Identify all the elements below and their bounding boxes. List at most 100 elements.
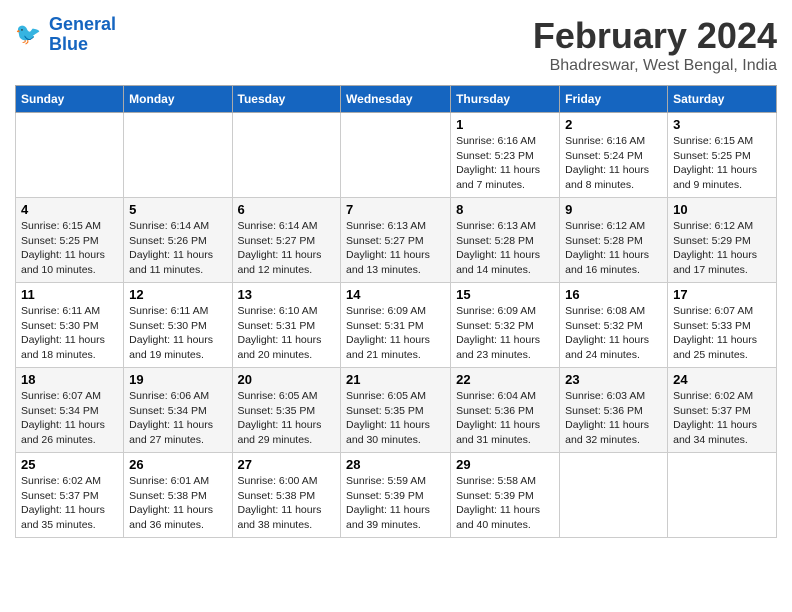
day-number: 24 (673, 372, 771, 387)
day-info: Sunrise: 6:04 AM Sunset: 5:36 PM Dayligh… (456, 389, 554, 448)
calendar-cell: 20 Sunrise: 6:05 AM Sunset: 5:35 PM Dayli… (232, 368, 341, 453)
day-info: Sunrise: 6:02 AM Sunset: 5:37 PM Dayligh… (673, 389, 771, 448)
day-info: Sunrise: 6:14 AM Sunset: 5:26 PM Dayligh… (129, 219, 226, 278)
day-info: Sunrise: 6:02 AM Sunset: 5:37 PM Dayligh… (21, 474, 118, 533)
calendar-cell (560, 453, 668, 538)
calendar-cell: 2 Sunrise: 6:16 AM Sunset: 5:24 PM Daylig… (560, 113, 668, 198)
day-info: Sunrise: 6:12 AM Sunset: 5:29 PM Dayligh… (673, 219, 771, 278)
calendar-cell: 19 Sunrise: 6:06 AM Sunset: 5:34 PM Dayli… (124, 368, 232, 453)
logo-general: General (49, 14, 116, 34)
day-number: 12 (129, 287, 226, 302)
calendar-cell: 9 Sunrise: 6:12 AM Sunset: 5:28 PM Daylig… (560, 198, 668, 283)
day-info: Sunrise: 6:16 AM Sunset: 5:24 PM Dayligh… (565, 134, 662, 193)
logo-text: General Blue (49, 15, 116, 55)
day-number: 13 (238, 287, 336, 302)
weekday-header-thursday: Thursday (451, 86, 560, 113)
day-number: 27 (238, 457, 336, 472)
calendar-week-4: 18 Sunrise: 6:07 AM Sunset: 5:34 PM Dayli… (16, 368, 777, 453)
day-number: 28 (346, 457, 445, 472)
weekday-header-friday: Friday (560, 86, 668, 113)
calendar-cell: 7Sunrise: 6:13 AM Sunset: 5:27 PM Daylig… (341, 198, 451, 283)
calendar-cell: 1Sunrise: 6:16 AM Sunset: 5:23 PM Daylig… (451, 113, 560, 198)
day-number: 16 (565, 287, 662, 302)
day-info: Sunrise: 6:01 AM Sunset: 5:38 PM Dayligh… (129, 474, 226, 533)
day-info: Sunrise: 6:12 AM Sunset: 5:28 PM Dayligh… (565, 219, 662, 278)
day-info: Sunrise: 6:10 AM Sunset: 5:31 PM Dayligh… (238, 304, 336, 363)
weekday-header-tuesday: Tuesday (232, 86, 341, 113)
day-number: 1 (456, 117, 554, 132)
calendar-cell: 23Sunrise: 6:03 AM Sunset: 5:36 PM Dayli… (560, 368, 668, 453)
day-number: 11 (21, 287, 118, 302)
logo: 🐦 General Blue (15, 15, 116, 55)
calendar-cell: 10 Sunrise: 6:12 AM Sunset: 5:29 PM Dayli… (668, 198, 777, 283)
calendar-cell (16, 113, 124, 198)
calendar-body: 1Sunrise: 6:16 AM Sunset: 5:23 PM Daylig… (16, 113, 777, 538)
calendar-cell: 5 Sunrise: 6:14 AM Sunset: 5:26 PM Daylig… (124, 198, 232, 283)
calendar-cell: 12 Sunrise: 6:11 AM Sunset: 5:30 PM Dayli… (124, 283, 232, 368)
day-number: 2 (565, 117, 662, 132)
day-info: Sunrise: 6:00 AM Sunset: 5:38 PM Dayligh… (238, 474, 336, 533)
calendar-cell: 27 Sunrise: 6:00 AM Sunset: 5:38 PM Dayli… (232, 453, 341, 538)
calendar-cell (341, 113, 451, 198)
calendar-cell: 11Sunrise: 6:11 AM Sunset: 5:30 PM Dayli… (16, 283, 124, 368)
calendar-cell: 4 Sunrise: 6:15 AM Sunset: 5:25 PM Daylig… (16, 198, 124, 283)
logo-blue: Blue (49, 35, 116, 55)
day-info: Sunrise: 6:06 AM Sunset: 5:34 PM Dayligh… (129, 389, 226, 448)
calendar-week-2: 4 Sunrise: 6:15 AM Sunset: 5:25 PM Daylig… (16, 198, 777, 283)
day-number: 7 (346, 202, 445, 217)
day-info: Sunrise: 6:15 AM Sunset: 5:25 PM Dayligh… (673, 134, 771, 193)
day-number: 29 (456, 457, 554, 472)
day-info: Sunrise: 6:07 AM Sunset: 5:34 PM Dayligh… (21, 389, 118, 448)
day-info: Sunrise: 6:09 AM Sunset: 5:32 PM Dayligh… (456, 304, 554, 363)
day-number: 23 (565, 372, 662, 387)
calendar-cell: 15 Sunrise: 6:09 AM Sunset: 5:32 PM Dayli… (451, 283, 560, 368)
day-number: 4 (21, 202, 118, 217)
day-number: 25 (21, 457, 118, 472)
day-info: Sunrise: 6:11 AM Sunset: 5:30 PM Dayligh… (129, 304, 226, 363)
weekday-header-saturday: Saturday (668, 86, 777, 113)
day-number: 21 (346, 372, 445, 387)
day-number: 19 (129, 372, 226, 387)
day-info: Sunrise: 6:07 AM Sunset: 5:33 PM Dayligh… (673, 304, 771, 363)
weekday-header-wednesday: Wednesday (341, 86, 451, 113)
day-number: 20 (238, 372, 336, 387)
calendar-cell: 28 Sunrise: 5:59 AM Sunset: 5:39 PM Dayli… (341, 453, 451, 538)
day-number: 5 (129, 202, 226, 217)
calendar-cell (668, 453, 777, 538)
calendar-cell: 14Sunrise: 6:09 AM Sunset: 5:31 PM Dayli… (341, 283, 451, 368)
day-info: Sunrise: 6:05 AM Sunset: 5:35 PM Dayligh… (238, 389, 336, 448)
day-number: 6 (238, 202, 336, 217)
weekday-header-sunday: Sunday (16, 86, 124, 113)
day-number: 3 (673, 117, 771, 132)
calendar-cell: 24 Sunrise: 6:02 AM Sunset: 5:37 PM Dayli… (668, 368, 777, 453)
day-info: Sunrise: 6:15 AM Sunset: 5:25 PM Dayligh… (21, 219, 118, 278)
calendar-cell: 29Sunrise: 5:58 AM Sunset: 5:39 PM Dayli… (451, 453, 560, 538)
calendar-cell: 25 Sunrise: 6:02 AM Sunset: 5:37 PM Dayli… (16, 453, 124, 538)
calendar-cell: 22Sunrise: 6:04 AM Sunset: 5:36 PM Dayli… (451, 368, 560, 453)
page-title: February 2024 (533, 15, 777, 57)
calendar-cell (124, 113, 232, 198)
day-number: 26 (129, 457, 226, 472)
calendar-cell: 26 Sunrise: 6:01 AM Sunset: 5:38 PM Dayli… (124, 453, 232, 538)
weekday-header-monday: Monday (124, 86, 232, 113)
day-info: Sunrise: 5:59 AM Sunset: 5:39 PM Dayligh… (346, 474, 445, 533)
day-info: Sunrise: 6:14 AM Sunset: 5:27 PM Dayligh… (238, 219, 336, 278)
day-number: 9 (565, 202, 662, 217)
calendar-cell: 16 Sunrise: 6:08 AM Sunset: 5:32 PM Dayli… (560, 283, 668, 368)
day-number: 18 (21, 372, 118, 387)
day-number: 10 (673, 202, 771, 217)
calendar-cell: 13 Sunrise: 6:10 AM Sunset: 5:31 PM Dayli… (232, 283, 341, 368)
day-info: Sunrise: 6:09 AM Sunset: 5:31 PM Dayligh… (346, 304, 445, 363)
day-number: 15 (456, 287, 554, 302)
weekday-header-row: SundayMondayTuesdayWednesdayThursdayFrid… (16, 86, 777, 113)
calendar-table: SundayMondayTuesdayWednesdayThursdayFrid… (15, 85, 777, 538)
title-area: February 2024 Bhadreswar, West Bengal, I… (533, 15, 777, 75)
calendar-cell: 3 Sunrise: 6:15 AM Sunset: 5:25 PM Daylig… (668, 113, 777, 198)
calendar-cell (232, 113, 341, 198)
calendar-week-5: 25 Sunrise: 6:02 AM Sunset: 5:37 PM Dayli… (16, 453, 777, 538)
svg-text:🐦: 🐦 (15, 23, 41, 46)
logo-icon: 🐦 (15, 20, 45, 50)
day-info: Sunrise: 6:08 AM Sunset: 5:32 PM Dayligh… (565, 304, 662, 363)
calendar-cell: 18 Sunrise: 6:07 AM Sunset: 5:34 PM Dayli… (16, 368, 124, 453)
calendar-cell: 8Sunrise: 6:13 AM Sunset: 5:28 PM Daylig… (451, 198, 560, 283)
